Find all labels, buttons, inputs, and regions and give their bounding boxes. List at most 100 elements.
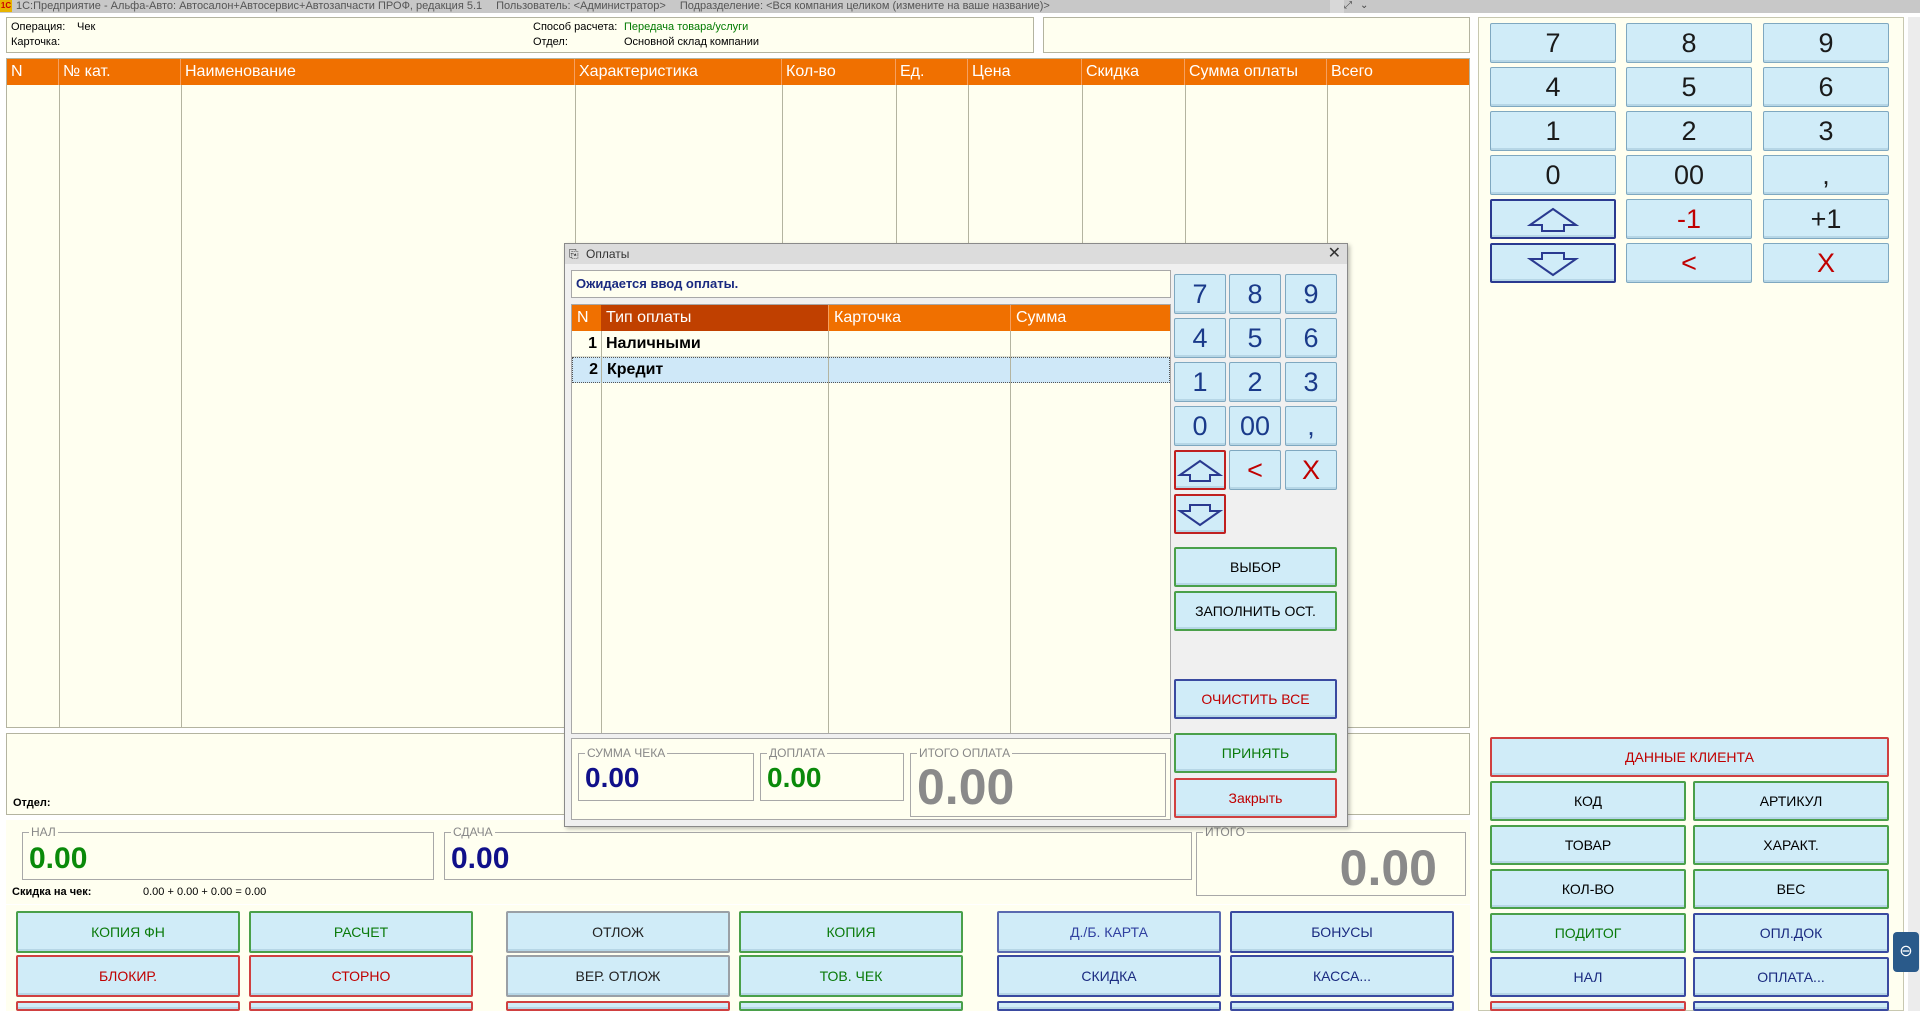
dialog-key-0[interactable]: 0: [1174, 406, 1226, 446]
close-icon[interactable]: ✕: [1328, 244, 1341, 264]
dialog-key-comma[interactable]: ,: [1285, 406, 1337, 446]
select-button[interactable]: ВЫБОР: [1174, 547, 1337, 587]
article-button[interactable]: АРТИКУЛ: [1693, 781, 1889, 821]
block-button[interactable]: БЛОКИР.: [16, 955, 240, 997]
column-header-n[interactable]: N: [7, 59, 59, 85]
dialog-arrow-down-button[interactable]: [1174, 494, 1226, 534]
goods-button[interactable]: ТОВАР: [1490, 825, 1686, 865]
column-header-characteristic[interactable]: Характеристика: [575, 59, 782, 85]
return-deferred-button[interactable]: ВЕР. ОТЛОЖ: [506, 955, 730, 997]
dialog-titlebar[interactable]: ⎘ Оплаты ✕: [565, 244, 1347, 264]
extra-button[interactable]: [16, 1001, 240, 1011]
dialog-key-00[interactable]: 00: [1229, 406, 1281, 446]
cash-button[interactable]: НАЛ: [1490, 957, 1686, 997]
keypad-key-8[interactable]: 8: [1626, 23, 1752, 63]
column-header-quantity[interactable]: Кол-во: [782, 59, 896, 85]
close-button[interactable]: Закрыть: [1174, 778, 1337, 818]
extra-button[interactable]: [739, 1001, 963, 1011]
dialog-key-2[interactable]: 2: [1229, 362, 1281, 402]
dialog-key-6[interactable]: 6: [1285, 318, 1337, 358]
subtotal-button[interactable]: ПОДИТОГ: [1490, 913, 1686, 953]
payments-column-sum[interactable]: Сумма: [1010, 305, 1170, 331]
payments-column-n[interactable]: N: [572, 305, 601, 331]
dialog-key-5[interactable]: 5: [1229, 318, 1281, 358]
table-row[interactable]: 1 Наличными: [572, 331, 1170, 357]
column-header-catalog[interactable]: № кат.: [59, 59, 181, 85]
keypad-key-6[interactable]: 6: [1763, 67, 1889, 107]
clear-all-button[interactable]: ОЧИСТИТЬ ВСЕ: [1174, 679, 1337, 719]
fullscreen-icon[interactable]: ⤢: [1344, 0, 1358, 13]
storno-button[interactable]: СТОРНО: [249, 955, 473, 997]
row-sum: [1011, 357, 1171, 383]
dialog-key-8[interactable]: 8: [1229, 274, 1281, 314]
dialog-arrow-up-button[interactable]: [1174, 450, 1226, 490]
keypad-key-1[interactable]: 1: [1490, 111, 1616, 151]
extra-button[interactable]: [1490, 1001, 1686, 1011]
discount-button[interactable]: СКИДКА: [997, 955, 1221, 997]
plus-one-button[interactable]: +1: [1763, 199, 1889, 239]
keypad-key-comma[interactable]: ,: [1763, 155, 1889, 195]
backspace-button[interactable]: <: [1626, 243, 1752, 283]
payments-column-type[interactable]: Тип оплаты: [601, 305, 828, 331]
extra-button[interactable]: [1693, 1001, 1889, 1011]
arrow-up-button[interactable]: [1490, 199, 1616, 239]
column-header-total[interactable]: Всего: [1327, 59, 1469, 85]
dialog-key-1[interactable]: 1: [1174, 362, 1226, 402]
dialog-key-9[interactable]: 9: [1285, 274, 1337, 314]
side-panel-toggle-icon[interactable]: ⊖: [1893, 932, 1919, 972]
barcode-field[interactable]: [1043, 17, 1470, 53]
calc-button[interactable]: РАСЧЕТ: [249, 911, 473, 953]
row-payment-type: Наличными: [606, 335, 701, 352]
goods-check-button[interactable]: ТОВ. ЧЕК: [739, 955, 963, 997]
payments-dialog: ⎘ Оплаты ✕ Ожидается ввод оплаты. N Тип …: [564, 243, 1348, 827]
arrow-down-button[interactable]: [1490, 243, 1616, 283]
accept-button[interactable]: ПРИНЯТЬ: [1174, 733, 1337, 773]
payments-table[interactable]: N Тип оплаты Карточка Сумма 1 Наличными …: [571, 304, 1171, 734]
clear-button[interactable]: X: [1763, 243, 1889, 283]
dialog-clear-button[interactable]: X: [1285, 450, 1337, 490]
discount-card-button[interactable]: Д./Б. КАРТА: [997, 911, 1221, 953]
cash-register-button[interactable]: КАССА...: [1230, 955, 1454, 997]
keypad-key-2[interactable]: 2: [1626, 111, 1752, 151]
keypad-key-3[interactable]: 3: [1763, 111, 1889, 151]
weight-button[interactable]: ВЕС: [1693, 869, 1889, 909]
code-button[interactable]: КОД: [1490, 781, 1686, 821]
scrollbar[interactable]: [1908, 17, 1920, 1011]
chevron-down-icon[interactable]: ⌄: [1360, 0, 1374, 13]
dialog-key-7[interactable]: 7: [1174, 274, 1226, 314]
toolbar-icon[interactable]: [1330, 0, 1344, 13]
column-header-price[interactable]: Цена: [968, 59, 1082, 85]
bonuses-button[interactable]: БОНУСЫ: [1230, 911, 1454, 953]
extra-button[interactable]: [1230, 1001, 1454, 1011]
dialog-backspace-button[interactable]: <: [1229, 450, 1281, 490]
column-header-discount[interactable]: Скидка: [1082, 59, 1185, 85]
quantity-button[interactable]: КОЛ-ВО: [1490, 869, 1686, 909]
fill-rest-button[interactable]: ЗАПОЛНИТЬ ОСТ.: [1174, 591, 1337, 631]
discount-value: 0.00 + 0.00 + 0.00 = 0.00: [143, 886, 267, 898]
column-header-unit[interactable]: Ед.: [896, 59, 968, 85]
extra-button[interactable]: [997, 1001, 1221, 1011]
payment-button[interactable]: ОПЛАТА...: [1693, 957, 1889, 997]
extra-button[interactable]: [249, 1001, 473, 1011]
dialog-key-4[interactable]: 4: [1174, 318, 1226, 358]
payments-column-card[interactable]: Карточка: [828, 305, 1010, 331]
payment-doc-button[interactable]: ОПЛ.ДОК: [1693, 913, 1889, 953]
keypad-key-00[interactable]: 00: [1626, 155, 1752, 195]
extra-button[interactable]: [506, 1001, 730, 1011]
copy-button[interactable]: КОПИЯ: [739, 911, 963, 953]
keypad-key-0[interactable]: 0: [1490, 155, 1616, 195]
characteristic-button[interactable]: ХАРАКТ.: [1693, 825, 1889, 865]
column-header-payment-sum[interactable]: Сумма оплаты: [1185, 59, 1327, 85]
keypad-key-7[interactable]: 7: [1490, 23, 1616, 63]
minus-one-button[interactable]: -1: [1626, 199, 1752, 239]
keypad-key-4[interactable]: 4: [1490, 67, 1616, 107]
keypad-key-5[interactable]: 5: [1626, 67, 1752, 107]
keypad-key-9[interactable]: 9: [1763, 23, 1889, 63]
dialog-key-3[interactable]: 3: [1285, 362, 1337, 402]
arrow-down-icon: [1526, 252, 1580, 277]
table-row-selected[interactable]: 2 Кредит: [572, 357, 1170, 383]
column-header-name[interactable]: Наименование: [181, 59, 575, 85]
client-data-button[interactable]: ДАННЫЕ КЛИЕНТА: [1490, 737, 1889, 777]
defer-button[interactable]: ОТЛОЖ: [506, 911, 730, 953]
copy-fn-button[interactable]: КОПИЯ ФН: [16, 911, 240, 953]
